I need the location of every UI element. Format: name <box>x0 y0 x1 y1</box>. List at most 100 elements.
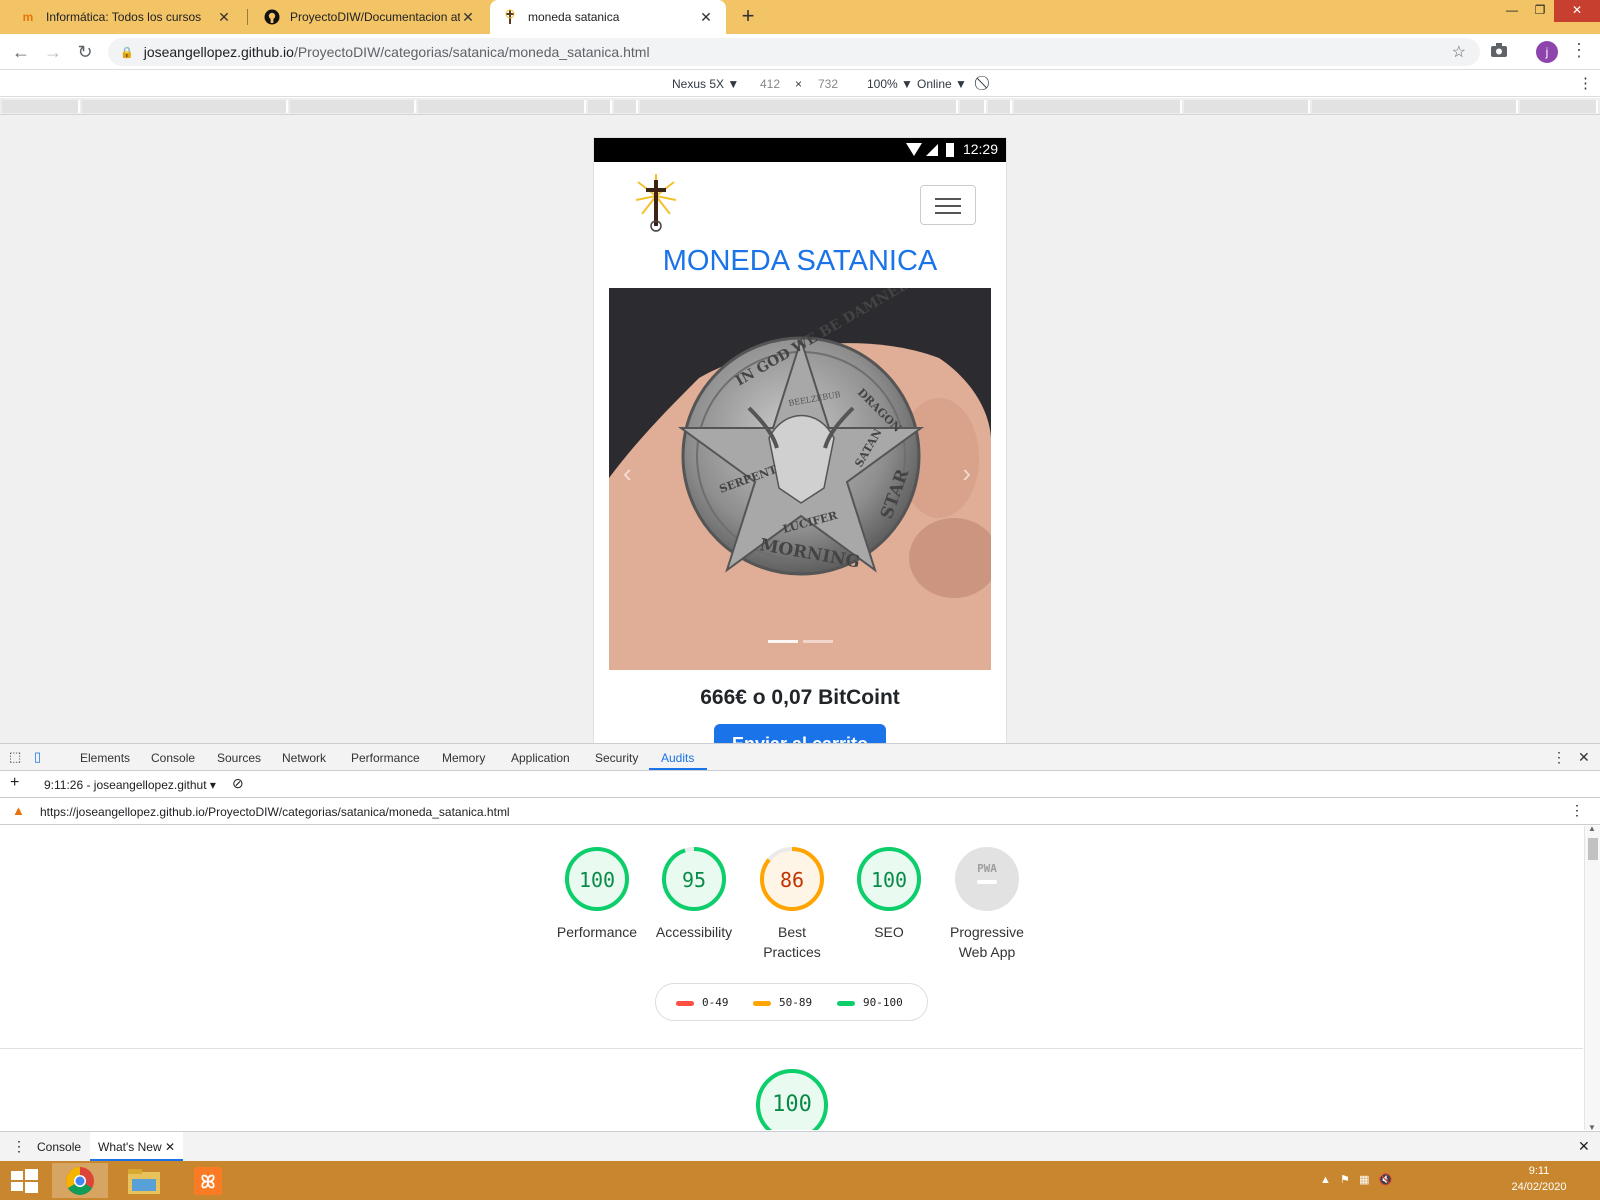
tab-performance[interactable]: Performance <box>351 751 420 765</box>
tab-separator <box>247 9 248 25</box>
ruler-segment[interactable] <box>1184 100 1310 113</box>
ruler-segment[interactable] <box>1014 100 1182 113</box>
profile-avatar[interactable]: j <box>1536 41 1558 63</box>
minimize-button[interactable]: — <box>1498 0 1526 22</box>
drawer-close-icon[interactable]: ✕ <box>1578 1138 1590 1155</box>
gauge-label: SEO <box>874 924 904 940</box>
bookmark-star-icon[interactable]: ☆ <box>1452 42 1466 62</box>
lighthouse-icon: ▲ <box>12 803 25 818</box>
add-to-cart-button[interactable]: Enviar al carrito <box>714 724 886 743</box>
browser-toolbar: ← → ↻ 🔒 joseangellopez.github.io/Proyect… <box>0 34 1600 70</box>
ruler-segment[interactable] <box>588 100 612 113</box>
file-explorer-taskbar-icon[interactable] <box>116 1163 172 1198</box>
close-drawer-tab-icon[interactable]: ✕ <box>165 1140 175 1154</box>
scroll-up-icon[interactable]: ▲ <box>1588 824 1596 833</box>
chrome-taskbar-icon[interactable] <box>52 1163 108 1198</box>
devtools-close-icon[interactable]: ✕ <box>1578 749 1590 766</box>
tab-memory[interactable]: Memory <box>442 751 485 765</box>
ruler-segment[interactable] <box>82 100 288 113</box>
device-select[interactable]: Nexus 5X ▼ <box>672 77 739 91</box>
start-button[interactable] <box>0 1163 48 1198</box>
accessibility-gauge[interactable]: 95 Accessibility <box>644 846 744 942</box>
carousel-indicator[interactable] <box>803 640 833 643</box>
legend-swatch <box>676 1000 694 1006</box>
status-time: 12:29 <box>962 141 998 157</box>
dimension-times-icon: × <box>795 77 803 91</box>
drawer-menu-icon[interactable]: ⋮ <box>12 1138 26 1155</box>
camera-icon[interactable] <box>1490 42 1512 62</box>
tab-elements[interactable]: Elements <box>80 751 130 765</box>
report-scrollbar[interactable]: ▲ ▼ <box>1584 824 1600 1132</box>
tab-sources[interactable]: Sources <box>217 751 261 765</box>
moodle-icon: m <box>22 10 34 24</box>
site-logo[interactable] <box>634 174 678 234</box>
tray-icons[interactable]: ▲ ⚑ ▦ 🔇 <box>1320 1173 1410 1186</box>
devtools-menu-icon[interactable]: ⋮ <box>1552 749 1566 766</box>
window-close-button[interactable]: ✕ <box>1554 0 1600 22</box>
drawer-tab-whats-new[interactable]: What's New ✕ <box>90 1132 184 1161</box>
xampp-taskbar-icon[interactable]: ꕤ <box>180 1163 236 1198</box>
clock-date[interactable]: 24/02/2020 <box>1504 1181 1574 1193</box>
ruler-segment[interactable] <box>2 100 80 113</box>
ruler-segment[interactable] <box>1312 100 1518 113</box>
emulated-viewport: 12:29 MONEDA SATANICA IN GOD WE BE DAMNE… <box>0 115 1600 743</box>
new-tab-button[interactable]: + <box>735 4 761 30</box>
tab-moneda-satanica[interactable]: moneda satanica ✕ <box>490 0 726 34</box>
restore-button[interactable]: ❐ <box>1526 0 1554 22</box>
product-carousel: IN GOD WE BE DAMNED DRAGON SATAN SERPENT… <box>609 288 991 670</box>
device-height-input[interactable]: 732 <box>818 77 838 91</box>
ruler-segment[interactable] <box>640 100 958 113</box>
report-select[interactable]: 9:11:26 - joseangellopez.githut ▾ <box>44 778 216 792</box>
gauge-score: 95 <box>681 868 707 892</box>
clear-icon[interactable]: ⊘ <box>232 775 244 792</box>
legend-swatch <box>753 1000 771 1006</box>
scrollbar-thumb[interactable] <box>1588 838 1598 860</box>
ruler-segment[interactable] <box>1520 100 1598 113</box>
forward-button[interactable]: → <box>42 41 64 63</box>
close-tab-icon[interactable]: ✕ <box>460 9 476 26</box>
tab-security[interactable]: Security <box>595 751 638 765</box>
tab-application[interactable]: Application <box>511 751 570 765</box>
new-audit-icon[interactable]: + <box>10 774 19 792</box>
tab-github[interactable]: ProyectoDIW/Documentacion at ✕ <box>252 0 488 34</box>
best-practices-gauge[interactable]: 86 Best Practices <box>742 846 842 962</box>
seo-gauge[interactable]: 100 SEO <box>839 846 939 942</box>
gauge-score: 86 <box>779 868 805 892</box>
carousel-indicator-active[interactable] <box>768 640 798 643</box>
network-throttle-select[interactable]: Online ▼ <box>917 77 967 91</box>
gauge-score: 100 <box>578 868 616 892</box>
ruler-segment[interactable] <box>960 100 986 113</box>
report-menu-icon[interactable]: ⋮ <box>1570 802 1584 819</box>
reload-button[interactable]: ↻ <box>74 41 96 63</box>
back-button[interactable]: ← <box>10 41 32 63</box>
pwa-gauge[interactable]: PWA Progressive Web App <box>937 846 1037 962</box>
performance-gauge[interactable]: 100 Performance <box>547 846 647 942</box>
url-path: /ProyectoDIW/categorias/satanica/moneda_… <box>293 44 650 60</box>
carousel-next-icon[interactable]: › <box>962 458 971 489</box>
clock-time[interactable]: 9:11 <box>1504 1165 1574 1177</box>
inspect-element-icon[interactable]: ⬚ <box>9 749 21 765</box>
carousel-prev-icon[interactable]: ‹ <box>623 458 632 489</box>
tab-audits[interactable]: Audits <box>661 751 694 765</box>
drawer-tab-console[interactable]: Console <box>37 1140 81 1154</box>
device-toggle-icon[interactable]: ▯ <box>34 749 41 765</box>
audited-url[interactable]: https://joseangellopez.github.io/Proyect… <box>40 805 510 819</box>
ruler-segment[interactable] <box>290 100 416 113</box>
tab-network[interactable]: Network <box>282 751 326 765</box>
address-bar[interactable]: 🔒 joseangellopez.github.io/ProyectoDIW/c… <box>108 38 1480 66</box>
ruler-segment[interactable] <box>418 100 586 113</box>
tab-informatica[interactable]: m Informática: Todos los cursos ✕ <box>8 0 244 34</box>
tab-console[interactable]: Console <box>151 751 195 765</box>
browser-menu-icon[interactable]: ⋮ <box>1570 40 1588 61</box>
close-tab-icon[interactable]: ✕ <box>698 9 714 26</box>
device-menu-icon[interactable]: ⋮ <box>1578 74 1593 92</box>
close-tab-icon[interactable]: ✕ <box>216 9 232 26</box>
battery-icon <box>946 143 954 157</box>
legend-pass: 90-100 <box>837 996 903 1009</box>
navbar-toggle-button[interactable] <box>920 185 976 225</box>
zoom-select[interactable]: 100% ▼ <box>867 77 913 91</box>
device-width-input[interactable]: 412 <box>760 77 780 91</box>
ruler-segment[interactable] <box>988 100 1012 113</box>
lock-icon: 🔒 <box>120 46 134 59</box>
ruler-segment[interactable] <box>614 100 638 113</box>
